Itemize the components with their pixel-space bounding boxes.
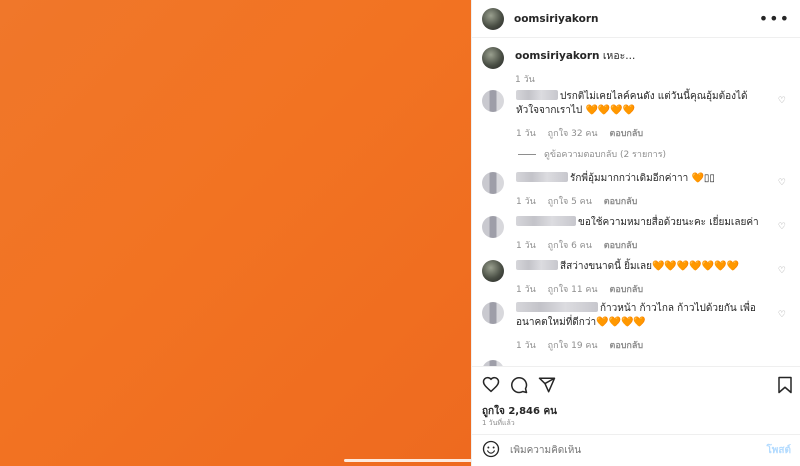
bookmark-icon[interactable] xyxy=(777,376,793,397)
reply-button[interactable]: ตอบกลับ xyxy=(609,341,643,351)
commenter-avatar[interactable] xyxy=(482,216,504,238)
post-actions: ถูกใจ 2,846 คน 1 วันที่แล้ว xyxy=(472,366,800,427)
comment-text: รักพี่อุ้มมากกว่าเดิมอีกค่าาา 🧡▯▯ xyxy=(570,173,715,184)
caption-username[interactable]: oomsiriyakorn xyxy=(515,50,600,62)
instagram-post: oomsiriyakorn ••• oomsiriyakorn เหอะ... … xyxy=(0,0,800,466)
comment-input[interactable] xyxy=(510,445,767,456)
comment-time[interactable]: 1 วัน xyxy=(516,197,536,207)
comment-composer: โพสต์ xyxy=(472,434,800,466)
comment-likes[interactable]: ถูกใจ 19 คน xyxy=(548,341,598,351)
post-caption: oomsiriyakorn เหอะ... 1 วัน xyxy=(472,38,800,86)
like-comment-heart-icon[interactable]: ♡ xyxy=(778,222,786,232)
author-avatar[interactable] xyxy=(482,7,504,30)
reply-button[interactable]: ตอบกลับ xyxy=(609,129,643,139)
comment-icon[interactable] xyxy=(510,376,528,394)
commenter-avatar[interactable] xyxy=(482,302,504,324)
comment-time[interactable]: 1 วัน xyxy=(516,285,536,295)
like-comment-heart-icon[interactable]: ♡ xyxy=(778,310,786,320)
comment-text: สีสว่างขนาดนี้ ยิ้มเลย🧡🧡🧡🧡🧡🧡🧡 xyxy=(560,261,740,272)
likes-count[interactable]: ถูกใจ 2,846 คน xyxy=(482,404,557,419)
post-time[interactable]: 1 วันที่แล้ว xyxy=(482,418,515,429)
blurred-username[interactable] xyxy=(516,260,558,270)
emoji-icon[interactable] xyxy=(482,440,500,461)
like-comment-heart-icon[interactable]: ♡ xyxy=(778,96,786,106)
post-header: oomsiriyakorn ••• xyxy=(472,0,800,38)
comment-item: ขอใช้ความหมายสื่อด้วยนะคะ เยี่ยมเลยค่า 1… xyxy=(482,216,794,252)
like-comment-heart-icon[interactable]: ♡ xyxy=(778,178,786,188)
comment-likes[interactable]: ถูกใจ 11 คน xyxy=(548,285,598,295)
post-media[interactable] xyxy=(0,0,472,466)
commenter-avatar[interactable] xyxy=(482,260,504,282)
view-replies-link[interactable]: ดูข้อความตอบกลับ (2 รายการ) xyxy=(518,147,666,161)
blurred-username[interactable] xyxy=(516,172,568,182)
blurred-username[interactable] xyxy=(516,216,576,226)
comment-likes[interactable]: ถูกใจ 32 คน xyxy=(548,129,598,139)
heart-icon[interactable] xyxy=(482,376,500,394)
caption-text: เหอะ... xyxy=(602,50,636,62)
comment-likes[interactable]: ถูกใจ 6 คน xyxy=(548,241,592,251)
view-replies-label[interactable]: ดูข้อความตอบกลับ (2 รายการ) xyxy=(544,147,666,161)
author-username[interactable]: oomsiriyakorn xyxy=(514,13,599,25)
comment-item: ก้าวหน้า ก้าวไกล ก้าวไปด้วยกัน เพื่ออนาค… xyxy=(482,302,794,352)
commenter-avatar[interactable] xyxy=(482,90,504,112)
like-comment-heart-icon[interactable]: ♡ xyxy=(778,266,786,276)
comment-item: ปรกติไม่เคยไลค์คนดัง แต่วันนี้คุณอุ้มต้อ… xyxy=(482,90,794,140)
comment-likes[interactable]: ถูกใจ 5 คน xyxy=(548,197,592,207)
comment-time[interactable]: 1 วัน xyxy=(516,341,536,351)
reply-button[interactable]: ตอบกลับ xyxy=(604,197,638,207)
commenter-avatar[interactable] xyxy=(482,172,504,194)
replies-divider xyxy=(518,153,536,155)
comment-list[interactable]: ปรกติไม่เคยไลค์คนดัง แต่วันนี้คุณอุ้มต้อ… xyxy=(472,88,800,366)
post-panel: oomsiriyakorn ••• oomsiriyakorn เหอะ... … xyxy=(471,0,800,466)
blurred-username[interactable] xyxy=(516,302,598,312)
caption-time[interactable]: 1 วัน xyxy=(515,75,535,85)
comment-time[interactable]: 1 วัน xyxy=(516,129,536,139)
more-horizontal-icon[interactable]: ••• xyxy=(759,10,790,26)
caption-avatar[interactable] xyxy=(482,47,504,69)
comment-time[interactable]: 1 วัน xyxy=(516,241,536,251)
comment-text: ขอใช้ความหมายสื่อด้วยนะคะ เยี่ยมเลยค่า xyxy=(578,217,759,228)
media-progress-bar[interactable] xyxy=(344,459,472,462)
share-icon[interactable] xyxy=(538,376,556,394)
reply-button[interactable]: ตอบกลับ xyxy=(604,241,638,251)
reply-button[interactable]: ตอบกลับ xyxy=(609,285,643,295)
post-comment-button[interactable]: โพสต์ xyxy=(766,443,791,458)
blurred-username[interactable] xyxy=(516,90,558,100)
comment-item: สีสว่างขนาดนี้ ยิ้มเลย🧡🧡🧡🧡🧡🧡🧡 1 วัน ถูกใ… xyxy=(482,260,794,296)
comment-item: รักพี่อุ้มมากกว่าเดิมอีกค่าาา 🧡▯▯ 1 วัน … xyxy=(482,172,794,208)
